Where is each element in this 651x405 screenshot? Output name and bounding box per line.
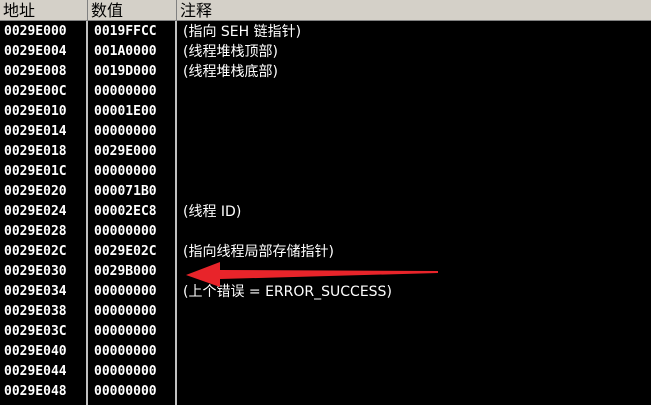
table-row[interactable]: 0029E038 00000000 — [0, 302, 651, 322]
value-cell: 0019D000 — [94, 64, 157, 79]
address-cell: 0029E018 — [4, 144, 67, 159]
address-cell: 0029E030 — [4, 264, 67, 279]
address-cell: 0029E02C — [4, 244, 67, 259]
address-cell: 0029E028 — [4, 224, 67, 239]
address-cell: 0029E008 — [4, 64, 67, 79]
address-cell: 0029E01C — [4, 164, 67, 179]
value-cell: 00000000 — [94, 304, 157, 319]
table-row[interactable]: 0029E00C 00000000 — [0, 82, 651, 102]
address-cell: 0029E014 — [4, 124, 67, 139]
table-row[interactable]: 0029E024 00002EC8 (线程 ID) — [0, 202, 651, 222]
address-cell: 0029E048 — [4, 384, 67, 399]
value-cell: 000071B0 — [94, 184, 157, 199]
table-row[interactable]: 0029E030 0029B000 — [0, 262, 651, 282]
table-row[interactable]: 0029E000 0019FFCC (指向 SEH 链指针) — [0, 22, 651, 42]
value-cell: 001A0000 — [94, 44, 157, 59]
value-cell: 0019FFCC — [94, 24, 157, 39]
table-row[interactable]: 0029E008 0019D000 (线程堆栈底部) — [0, 62, 651, 82]
comment-cell: (指向 SEH 链指针) — [183, 24, 302, 40]
address-cell: 0029E00C — [4, 84, 67, 99]
address-cell: 0029E038 — [4, 304, 67, 319]
value-cell: 00000000 — [94, 124, 157, 139]
column-header-bar: 地址 数值 注释 — [0, 0, 651, 21]
value-cell: 00000000 — [94, 164, 157, 179]
value-cell: 00002EC8 — [94, 204, 157, 219]
address-cell: 0029E004 — [4, 44, 67, 59]
table-row[interactable]: 0029E028 00000000 — [0, 222, 651, 242]
comment-cell: (指向线程局部存储指针) — [183, 244, 334, 260]
table-row[interactable]: 0029E03C 00000000 — [0, 322, 651, 342]
value-cell: 00000000 — [94, 384, 157, 399]
comment-cell: (线程堆栈顶部) — [183, 44, 278, 60]
table-row[interactable]: 0029E020 000071B0 — [0, 182, 651, 202]
table-row[interactable]: 0029E004 001A0000 (线程堆栈顶部) — [0, 42, 651, 62]
comment-cell: (线程 ID) — [183, 204, 242, 220]
value-cell: 0029E02C — [94, 244, 157, 259]
value-cell: 00000000 — [94, 284, 157, 299]
table-row[interactable]: 0029E01C 00000000 — [0, 162, 651, 182]
value-cell: 00000000 — [94, 224, 157, 239]
table-row[interactable]: 0029E018 0029E000 — [0, 142, 651, 162]
address-cell: 0029E044 — [4, 364, 67, 379]
memory-dump-table[interactable]: 0029E000 0019FFCC (指向 SEH 链指针) 0029E004 … — [0, 22, 651, 402]
table-row[interactable]: 0029E048 00000000 — [0, 382, 651, 402]
address-cell: 0029E034 — [4, 284, 67, 299]
value-cell: 00000000 — [94, 84, 157, 99]
address-cell: 0029E03C — [4, 324, 67, 339]
comment-cell: (上个错误 = ERROR_SUCCESS) — [183, 284, 392, 300]
value-cell: 0029B000 — [94, 264, 157, 279]
comment-column-header[interactable]: 注释 — [177, 0, 651, 21]
value-column-header[interactable]: 数值 — [88, 0, 177, 21]
address-cell: 0029E010 — [4, 104, 67, 119]
table-row[interactable]: 0029E010 00001E00 — [0, 102, 651, 122]
comment-cell: (线程堆栈底部) — [183, 64, 278, 80]
address-cell: 0029E000 — [4, 24, 67, 39]
address-column-header[interactable]: 地址 — [0, 0, 88, 21]
address-cell: 0029E020 — [4, 184, 67, 199]
value-cell: 0029E000 — [94, 144, 157, 159]
address-cell: 0029E040 — [4, 344, 67, 359]
value-cell: 00000000 — [94, 364, 157, 379]
table-row[interactable]: 0029E02C 0029E02C (指向线程局部存储指针) — [0, 242, 651, 262]
value-cell: 00000000 — [94, 344, 157, 359]
table-row[interactable]: 0029E044 00000000 — [0, 362, 651, 382]
table-row[interactable]: 0029E034 00000000 (上个错误 = ERROR_SUCCESS) — [0, 282, 651, 302]
value-cell: 00001E00 — [94, 104, 157, 119]
value-cell: 00000000 — [94, 324, 157, 339]
table-row[interactable]: 0029E040 00000000 — [0, 342, 651, 362]
table-row[interactable]: 0029E014 00000000 — [0, 122, 651, 142]
address-cell: 0029E024 — [4, 204, 67, 219]
